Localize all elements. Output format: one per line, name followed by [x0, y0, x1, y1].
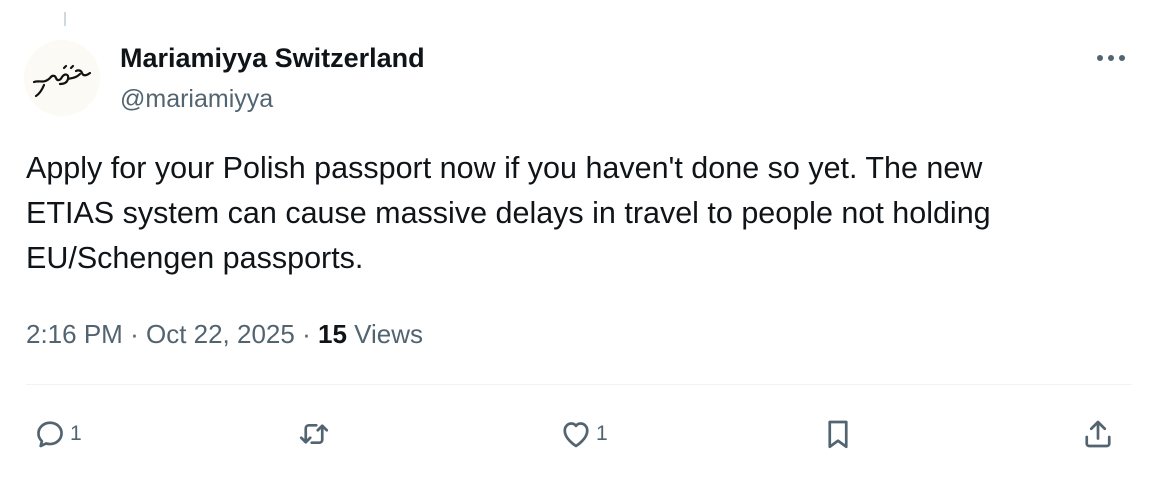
meta-separator: · — [302, 319, 311, 349]
tweet-time[interactable]: 2:16 PM — [26, 319, 123, 349]
tweet-meta: 2:16 PM · Oct 22, 2025 · 15 Views — [26, 316, 423, 352]
reply-button[interactable]: 1 — [32, 410, 82, 458]
author-handle[interactable]: @mariamiyya — [120, 84, 273, 114]
bookmark-button[interactable] — [820, 410, 856, 458]
action-bar: 1 1 — [26, 410, 1132, 458]
bookmark-icon — [828, 420, 848, 449]
more-icon — [1097, 55, 1125, 61]
tweet-date[interactable]: Oct 22, 2025 — [146, 319, 295, 349]
tweet-card: Mariamiyya Switzerland @mariamiyya Apply… — [0, 0, 1168, 494]
share-button[interactable] — [1080, 410, 1116, 458]
meta-separator: · — [130, 319, 139, 349]
thread-connector-line — [64, 12, 66, 26]
more-options-button[interactable] — [1090, 40, 1132, 76]
views-label: Views — [354, 319, 424, 349]
reply-icon — [37, 421, 63, 448]
views-count: 15 — [318, 319, 347, 349]
heart-icon — [563, 422, 589, 448]
reply-count: 1 — [70, 422, 82, 445]
tweet-text: Apply for your Polish passport now if yo… — [26, 151, 991, 275]
avatar-calligraphy — [32, 64, 92, 98]
divider — [26, 384, 1132, 385]
author-display-name[interactable]: Mariamiyya Switzerland — [120, 42, 425, 74]
retweet-button[interactable] — [296, 410, 332, 458]
avatar[interactable] — [24, 40, 100, 116]
retweet-icon — [299, 423, 329, 445]
share-icon — [1085, 420, 1111, 448]
like-count: 1 — [596, 422, 608, 445]
like-button[interactable]: 1 — [558, 410, 608, 458]
